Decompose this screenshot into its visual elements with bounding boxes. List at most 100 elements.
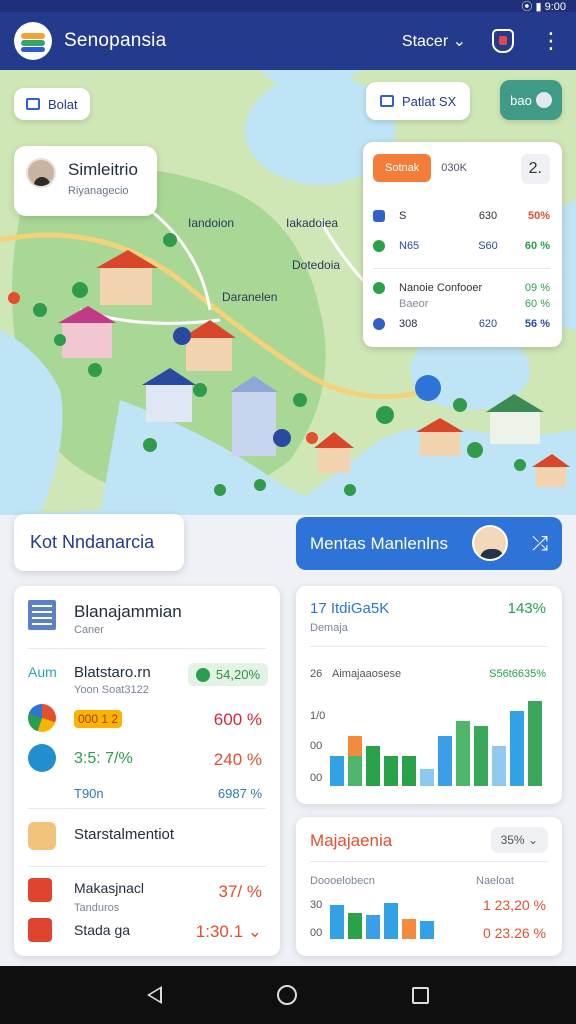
chart-title: 17 ItdiGa5K <box>310 600 390 617</box>
bar <box>402 919 416 939</box>
stats-pill[interactable]: 2. <box>520 154 550 184</box>
stats-row-label: S <box>399 210 407 222</box>
y-tick: 00 <box>310 772 323 784</box>
y-tick: 00 <box>310 927 323 939</box>
stats-row-value: 60 % <box>524 240 550 252</box>
row4-value: 37/ % <box>218 882 262 901</box>
section-tag: Aum <box>28 664 57 680</box>
bar <box>330 905 344 939</box>
bar <box>366 915 380 939</box>
stats-row-label: N65 <box>399 240 420 252</box>
home-icon[interactable] <box>276 985 297 1005</box>
manager-banner[interactable]: Mentas Manlenlns ⤮ <box>296 517 562 570</box>
filter-dropdown[interactable]: Stacer ⌄ <box>402 31 466 51</box>
profile-name: Simleitrio <box>68 160 138 179</box>
recents-icon[interactable] <box>411 986 429 1004</box>
bar <box>438 736 452 786</box>
chart2-pill-value: 35% <box>500 833 525 847</box>
stats-row-label: 308 <box>399 318 418 330</box>
bar-chart-2 <box>330 903 434 939</box>
map-filter-chip-label: Patlat SX <box>402 93 457 109</box>
bar <box>402 756 416 786</box>
bar <box>348 756 362 786</box>
divider <box>310 646 548 647</box>
row2-value: 240 % <box>213 750 262 769</box>
trophy-icon <box>28 822 56 850</box>
growth-pill[interactable]: 54,20% <box>187 663 268 686</box>
row4-label: Makasjnacl <box>74 880 145 896</box>
chart2-value-bot: 0 23.26 % <box>482 925 546 941</box>
bar <box>474 726 488 786</box>
chart2-label-right: Naeloat <box>476 875 514 887</box>
row5-label: Stada ga <box>74 922 131 938</box>
refresh-icon <box>373 282 385 294</box>
bar-chart-card-2: Majajaenia 35% ⌄ Doooelobecn Naeloat 30 … <box>296 817 562 956</box>
more-menu-icon[interactable]: ⋮ <box>540 30 562 52</box>
y-tick: 1/0 <box>310 710 326 722</box>
stats-row-mid: S60 <box>478 240 498 252</box>
map-mode-chip-label: bao <box>510 92 532 108</box>
chart2-pill[interactable]: 35% ⌄ <box>490 827 548 853</box>
map-label-3: Dotedoia <box>292 258 341 272</box>
divider <box>373 268 550 269</box>
stats-row-mid: 620 <box>478 318 498 330</box>
stats-row: S 630 50% <box>373 210 550 222</box>
map-layer-chip[interactable]: Bolat <box>14 88 90 120</box>
row1-value: 600 % <box>213 710 262 729</box>
map-profile-card[interactable]: Simleitrio Riyanagecio <box>14 146 157 216</box>
section-title: Blatstaro.rn <box>74 664 151 681</box>
top-app-bar: Senopansia Stacer ⌄ ⋮ <box>0 12 576 70</box>
bar <box>510 711 524 786</box>
map-filter-chip[interactable]: Patlat SX <box>366 82 471 120</box>
bar <box>348 913 362 939</box>
chart-legend-value: S56t6635% <box>489 668 546 680</box>
map-mode-chip[interactable]: bao <box>500 80 562 120</box>
back-icon[interactable] <box>147 986 163 1004</box>
row5-value[interactable]: 1:30.1 ⌄ <box>196 922 262 942</box>
location-banner-label: Kot Nndanarcia <box>30 532 155 552</box>
divider <box>28 866 266 867</box>
map-stats-card: Sotnak 030K 2. S 630 50% N65 S60 60 % Na… <box>363 142 562 347</box>
stats-block: Nanoie Confooer 09 % <box>373 282 550 294</box>
circle-icon <box>373 240 385 252</box>
bar <box>366 746 380 786</box>
location-banner[interactable]: Kot Nndanarcia <box>14 514 184 571</box>
divider <box>28 648 266 649</box>
chart-value[interactable]: 143% <box>508 600 546 617</box>
app-title: Senopansia <box>64 30 167 51</box>
stats-row-value: 56 % <box>524 318 550 330</box>
map-label-2: Iakadoiea <box>286 216 339 230</box>
map-label-4: Daranelen <box>222 290 278 304</box>
shuffle-icon[interactable]: ⤮ <box>532 533 548 556</box>
stats-block-value2: 60 % <box>524 298 550 310</box>
stats-row: 308 620 56 % <box>373 318 550 330</box>
profile-subtitle: Riyanagecio <box>68 185 129 197</box>
bar <box>330 756 344 786</box>
row1-tag: 000 1 2 <box>74 710 123 728</box>
divider <box>310 861 548 862</box>
chart-subtitle: Demaja <box>310 622 348 634</box>
stats-row-value: 50% <box>527 210 550 222</box>
growth-pill-value: 54,20% <box>215 667 260 682</box>
stats-tab[interactable]: 030K <box>441 162 467 174</box>
chart-icon <box>28 744 56 772</box>
map-label-1: Iandoion <box>188 216 235 230</box>
section2-title: Starstalmentiot <box>74 826 175 843</box>
stats-block-title: Nanoie Confooer <box>399 282 483 294</box>
report-icon <box>28 878 52 902</box>
system-nav-bar <box>0 966 576 1024</box>
row2-label: 3:5: 7/% <box>74 750 133 767</box>
bookmark-icon <box>380 95 394 107</box>
app-root: ⦿ ▮ 9:00 Senopansia Stacer ⌄ ⋮ Iandoion … <box>0 0 576 1024</box>
status-bar: ⦿ ▮ 9:00 <box>0 0 576 13</box>
bar <box>420 769 434 786</box>
bar <box>456 721 470 786</box>
divider <box>28 808 266 809</box>
bar-stack <box>348 736 362 756</box>
shield-icon[interactable] <box>492 29 514 53</box>
stats-block-sub-row: Baeor 60 % <box>373 298 550 310</box>
stats-tab-active[interactable]: Sotnak <box>373 154 432 182</box>
stats-row-mid: 630 <box>478 210 498 222</box>
summary-card: Blanajammian Caner Aum Blatstaro.rn Yoon… <box>14 586 280 956</box>
summary-title: Blanajammian <box>74 602 182 621</box>
